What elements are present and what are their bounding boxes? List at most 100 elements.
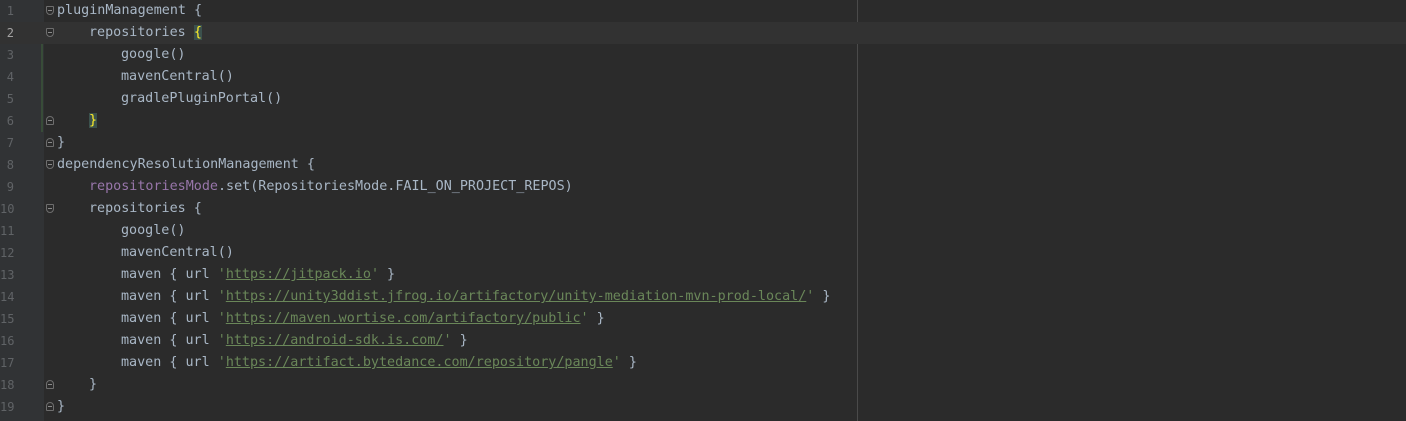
- code-text[interactable]: pluginManagement {: [57, 0, 202, 22]
- fold-close-icon[interactable]: [46, 138, 54, 147]
- code-token: google(): [121, 223, 186, 238]
- code-line[interactable]: 7}: [0, 132, 1406, 154]
- code-line[interactable]: 18}: [0, 374, 1406, 396]
- code-line[interactable]: 2 repositories {: [0, 22, 1406, 44]
- code-text[interactable]: }: [89, 110, 98, 132]
- matched-brace: {: [193, 25, 202, 40]
- code-token: }: [57, 399, 66, 414]
- code-token: }: [814, 289, 831, 304]
- code-token: dependencyResolutionManagement {: [57, 157, 315, 172]
- code-token: maven { url: [121, 355, 218, 370]
- line-number: 9: [6, 180, 14, 194]
- line-number: 3: [6, 48, 14, 62]
- code-text[interactable]: repositories {: [89, 22, 202, 44]
- line-number: 17: [0, 356, 15, 370]
- code-token: google(): [121, 47, 186, 62]
- code-line[interactable]: 14 maven { url 'https://unity3ddist.jfrog…: [0, 286, 1406, 308]
- code-text[interactable]: mavenCentral(): [121, 66, 234, 88]
- code-text[interactable]: repositories {: [89, 198, 202, 220]
- line-number: 13: [0, 268, 15, 282]
- code-editor[interactable]: 1 pluginManagement {2 repositories {3 googl…: [0, 0, 1406, 421]
- code-line[interactable]: 10 repositories {: [0, 198, 1406, 220]
- fold-open-icon[interactable]: [46, 204, 54, 213]
- fold-open-icon[interactable]: [46, 28, 54, 37]
- code-line[interactable]: 19}: [0, 396, 1406, 418]
- code-text[interactable]: maven { url 'https://artifact.bytedance.…: [121, 352, 637, 374]
- fold-close-icon[interactable]: [46, 380, 54, 389]
- code-text[interactable]: google(): [121, 220, 186, 242]
- line-number: 4: [6, 70, 14, 84]
- line-number: 10: [0, 202, 15, 216]
- code-text[interactable]: maven { url 'https://android-sdk.is.com/…: [121, 330, 468, 352]
- code-line[interactable]: 15 maven { url 'https://maven.wortise.com…: [0, 308, 1406, 330]
- code-line[interactable]: 9 repositoriesMode.set(RepositoriesMode.F…: [0, 176, 1406, 198]
- code-text[interactable]: gradlePluginPortal(): [121, 88, 282, 110]
- fold-open-icon[interactable]: [46, 160, 54, 169]
- code-token: maven { url: [121, 333, 218, 348]
- string-quote: ': [217, 289, 226, 304]
- line-number: 7: [6, 136, 14, 150]
- string-quote: ': [443, 333, 452, 348]
- code-line[interactable]: 4 mavenCentral(): [0, 66, 1406, 88]
- code-text[interactable]: maven { url 'https://jitpack.io' }: [121, 264, 395, 286]
- code-line[interactable]: 8 dependencyResolutionManagement {: [0, 154, 1406, 176]
- code-token: maven { url: [121, 289, 218, 304]
- code-line[interactable]: 3 google(): [0, 44, 1406, 66]
- code-area[interactable]: 1 pluginManagement {2 repositories {3 googl…: [0, 0, 1406, 418]
- url-link[interactable]: https://unity3ddist.jfrog.io/artifactory…: [226, 289, 806, 304]
- code-line[interactable]: 16 maven { url 'https://android-sdk.is.co…: [0, 330, 1406, 352]
- line-number: 16: [0, 334, 15, 348]
- fold-close-icon[interactable]: [46, 402, 54, 411]
- code-text[interactable]: }: [57, 132, 65, 154]
- line-number: 2: [6, 26, 14, 40]
- line-number: 11: [0, 224, 15, 238]
- fold-close-icon[interactable]: [46, 116, 54, 125]
- line-number: 19: [0, 400, 15, 414]
- string-quote: ': [612, 355, 621, 370]
- code-token: mavenCentral(): [121, 69, 234, 84]
- url-link[interactable]: https://jitpack.io: [226, 267, 371, 282]
- code-token: mavenCentral(): [121, 245, 234, 260]
- code-text[interactable]: }: [89, 374, 97, 396]
- code-line[interactable]: 11 google(): [0, 220, 1406, 242]
- string-quote: ': [217, 267, 226, 282]
- fold-open-icon[interactable]: [46, 6, 54, 15]
- property-token: repositoriesMode: [89, 179, 218, 194]
- url-link[interactable]: https://android-sdk.is.com/: [226, 333, 444, 348]
- code-text[interactable]: mavenCentral(): [121, 242, 234, 264]
- code-token: }: [89, 377, 98, 392]
- line-number: 5: [6, 92, 14, 106]
- code-line[interactable]: 1 pluginManagement {: [0, 0, 1406, 22]
- line-number: 12: [0, 246, 15, 260]
- code-text[interactable]: dependencyResolutionManagement {: [57, 154, 315, 176]
- code-token: }: [620, 355, 637, 370]
- string-quote: ': [370, 267, 379, 282]
- url-link[interactable]: https://maven.wortise.com/artifactory/pu…: [226, 311, 581, 326]
- code-token: maven { url: [121, 267, 218, 282]
- url-link[interactable]: https://artifact.bytedance.com/repositor…: [226, 355, 613, 370]
- code-line[interactable]: 17 maven { url 'https://artifact.bytedanc…: [0, 352, 1406, 374]
- code-text[interactable]: maven { url 'https://unity3ddist.jfrog.i…: [121, 286, 830, 308]
- code-token: repositories {: [89, 201, 202, 216]
- line-number: 1: [6, 4, 14, 18]
- code-text[interactable]: google(): [121, 44, 186, 66]
- code-line[interactable]: 12 mavenCentral(): [0, 242, 1406, 264]
- line-number: 8: [6, 158, 14, 172]
- line-number: 15: [0, 312, 15, 326]
- code-token: maven { url: [121, 311, 218, 326]
- code-line[interactable]: 13 maven { url 'https://jitpack.io' }: [0, 264, 1406, 286]
- code-line[interactable]: 6}: [0, 110, 1406, 132]
- line-number: 18: [0, 378, 15, 392]
- code-token: }: [451, 333, 468, 348]
- code-token: repositories: [89, 25, 194, 40]
- string-quote: ': [580, 311, 589, 326]
- matched-brace: }: [89, 113, 98, 128]
- code-token: }: [57, 135, 66, 150]
- code-text[interactable]: repositoriesMode.set(RepositoriesMode.FA…: [89, 176, 573, 198]
- line-number: 6: [6, 114, 14, 128]
- string-quote: ': [217, 355, 226, 370]
- code-text[interactable]: }: [57, 396, 65, 418]
- code-text[interactable]: maven { url 'https://maven.wortise.com/a…: [121, 308, 605, 330]
- code-line[interactable]: 5 gradlePluginPortal(): [0, 88, 1406, 110]
- code-token: pluginManagement {: [57, 3, 203, 18]
